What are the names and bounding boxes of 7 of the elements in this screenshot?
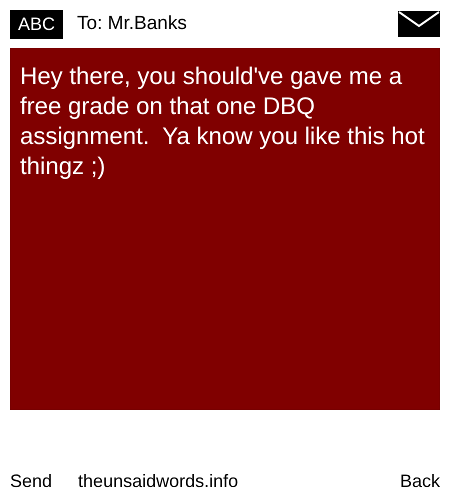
message-text[interactable]: Hey there, you should've gave me a free grade on that one DBQ assignment. Ya know you like this hot thingz ;): [10, 48, 440, 410]
website-label: theunsaidwords.info: [78, 471, 240, 492]
input-mode-indicator: ABC: [10, 10, 64, 38]
recipient-label: To: Mr.Banks: [77, 13, 188, 35]
back-button[interactable]: Back: [400, 471, 440, 492]
envelope-icon: [398, 11, 440, 37]
send-button[interactable]: Send: [10, 471, 52, 492]
